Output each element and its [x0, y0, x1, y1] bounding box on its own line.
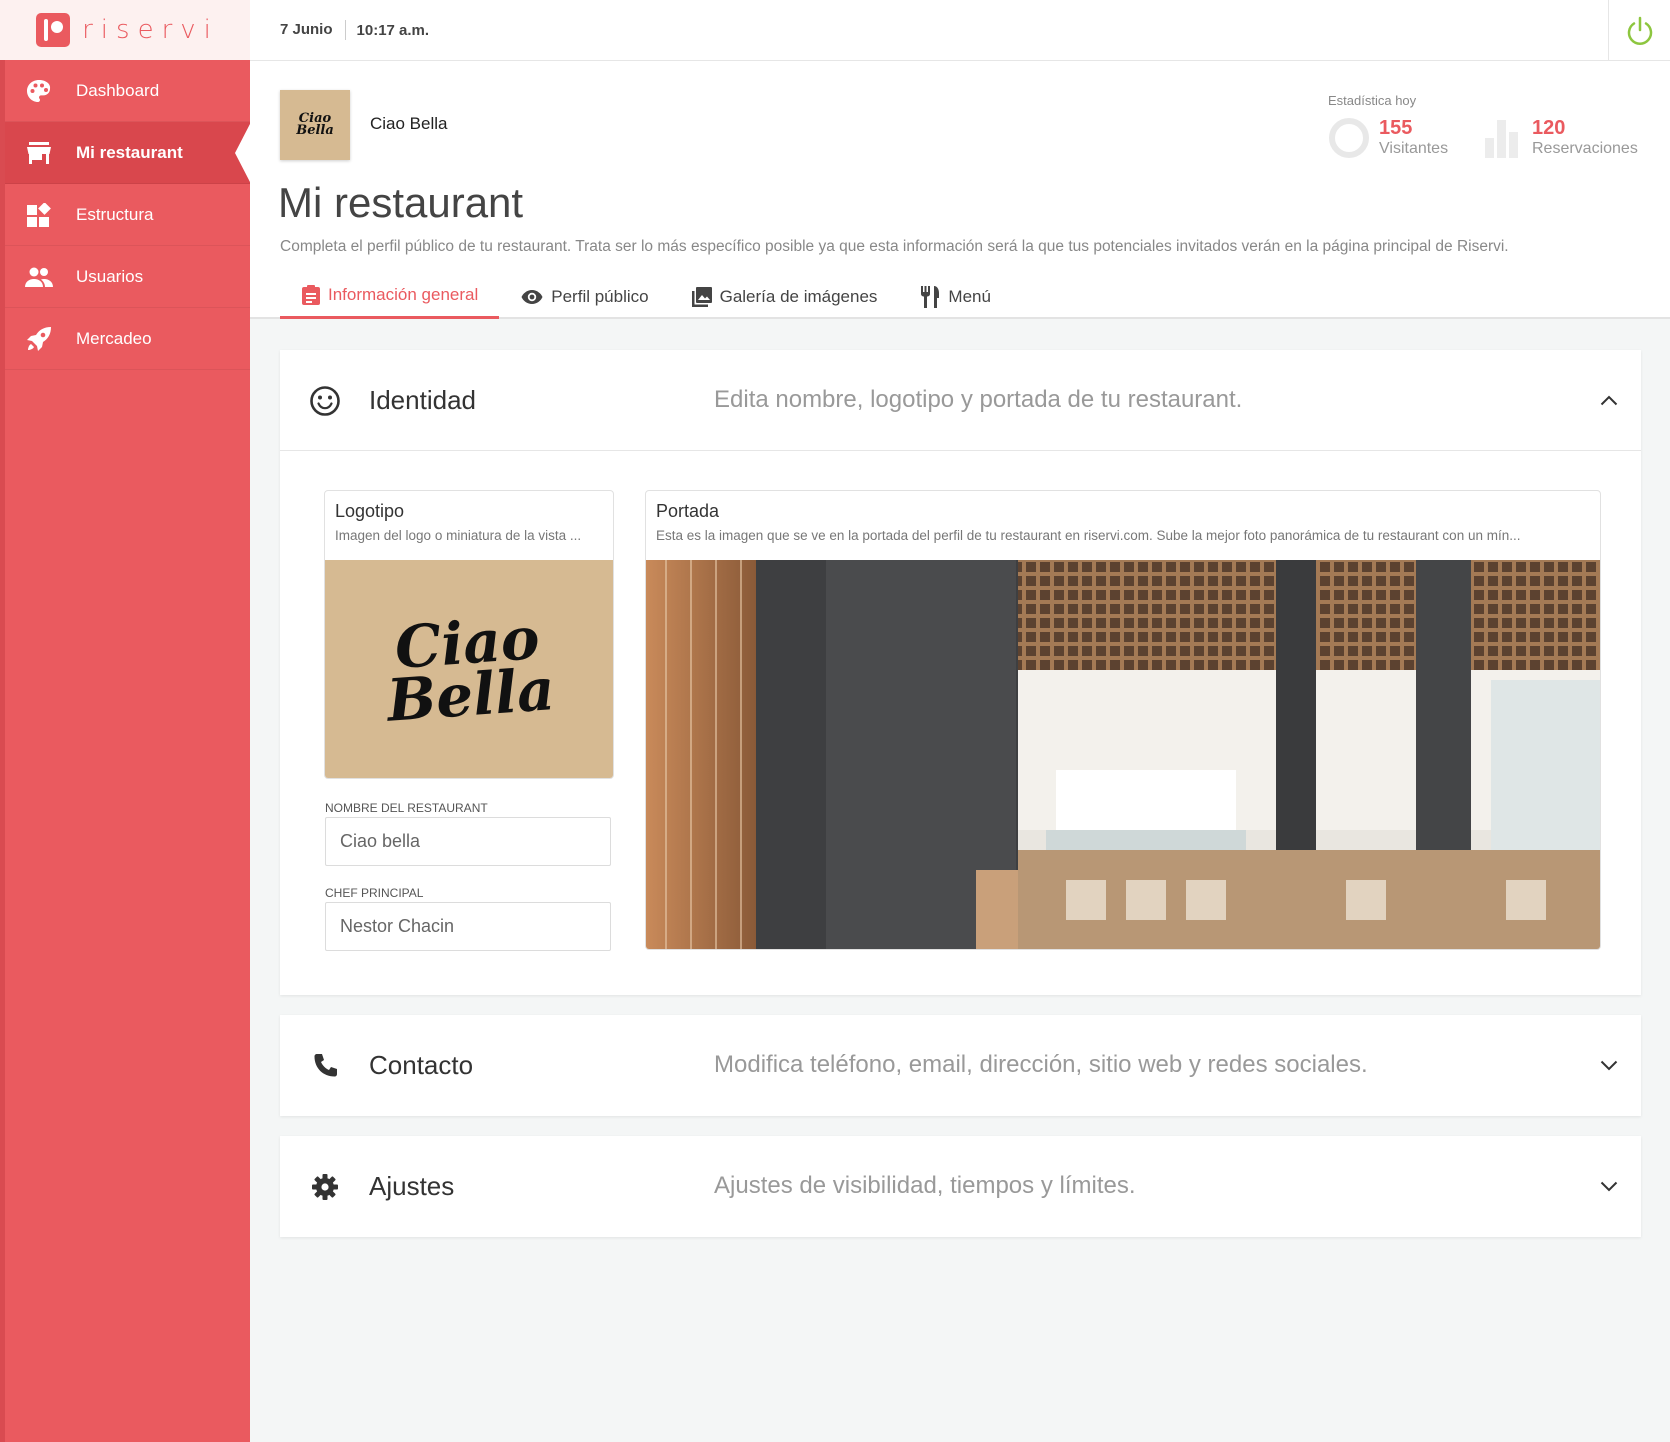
chef-label: CHEF PRINCIPAL: [325, 886, 424, 900]
power-icon: [1627, 16, 1652, 45]
panel-contacto-header[interactable]: Contacto Modifica teléfono, email, direc…: [280, 1015, 1641, 1115]
panel-identidad-body: Logotipo Imagen del logo o miniatura de …: [280, 450, 1641, 995]
sidebar-item-usuarios[interactable]: Usuarios: [5, 246, 250, 308]
donut-chart-icon: [1329, 118, 1369, 158]
chevron-down-icon[interactable]: [1597, 1174, 1621, 1198]
tab-perfil-publico[interactable]: Perfil público: [499, 274, 669, 319]
sidebar-item-dashboard[interactable]: Dashboard: [5, 60, 250, 122]
panel-identidad-header[interactable]: Identidad Edita nombre, logotipo y porta…: [280, 350, 1641, 450]
logout-button[interactable]: [1608, 0, 1670, 61]
chevron-up-icon[interactable]: [1597, 388, 1621, 412]
restaurant-logo-thumbnail: Ciao Bella: [280, 90, 350, 160]
reservations-label: Reservaciones: [1532, 140, 1638, 157]
panel-description: Modifica teléfono, email, dirección, sit…: [714, 1051, 1368, 1078]
store-icon: [25, 141, 53, 165]
rocket-icon: [25, 326, 53, 351]
brand-logo[interactable]: riservi: [0, 0, 255, 60]
panel-title: Identidad: [369, 384, 476, 415]
panel-contacto: Contacto Modifica teléfono, email, direc…: [280, 1015, 1641, 1116]
sidebar-item-label: Estructura: [76, 204, 154, 224]
portada-card[interactable]: Portada Esta es la imagen que se ve en l…: [645, 490, 1601, 950]
sidebar-item-label: Mi restaurant: [76, 142, 183, 162]
tab-galeria-de-imagenes[interactable]: Galería de imágenes: [670, 274, 899, 319]
cover-image[interactable]: [646, 560, 1600, 949]
clipboard-icon: [302, 285, 320, 305]
sidebar-item-label: Usuarios: [76, 266, 144, 286]
stats-title: Estadística hoy: [1328, 93, 1417, 108]
page-description: Completa el perfil público de tu restaur…: [280, 238, 1509, 255]
restaurant-name: Ciao Bella: [370, 114, 448, 133]
sidebar-item-mi-restaurant[interactable]: Mi restaurant: [5, 122, 251, 184]
people-icon: [25, 265, 53, 289]
smiley-icon: [308, 384, 342, 418]
panel-ajustes: Ajustes Ajustes de visibilidad, tiempos …: [280, 1136, 1641, 1237]
visitors-count: 155: [1379, 117, 1413, 139]
tab-bar: Información general Perfil público Galer…: [280, 274, 1012, 319]
current-time: 10:17 a.m.: [356, 21, 430, 39]
sidebar-item-estructura[interactable]: Estructura: [5, 184, 250, 246]
top-bar: 7 Junio 10:17 a.m.: [250, 0, 1670, 61]
sidebar-item-label: Dashboard: [76, 80, 160, 100]
card-subtitle: Imagen del logo o miniatura de la vista …: [335, 528, 582, 543]
chevron-down-icon[interactable]: [1597, 1053, 1621, 1077]
nombre-label: NOMBRE DEL RESTAURANT: [325, 801, 488, 815]
tab-informacion-general[interactable]: Información general: [280, 274, 500, 319]
tab-menu[interactable]: Menú: [898, 274, 1012, 319]
chef-principal-field[interactable]: Nestor Chacin: [325, 902, 611, 951]
bar-chart-icon: [1485, 120, 1518, 158]
riservi-logo-icon: [36, 13, 71, 47]
card-subtitle: Esta es la imagen que se ve en la portad…: [656, 528, 1521, 543]
panel-identidad: Identidad Edita nombre, logotipo y porta…: [280, 350, 1641, 995]
eye-icon: [521, 289, 543, 305]
current-date: 7 Junio: [250, 20, 346, 40]
sidebar-item-mercadeo[interactable]: Mercadeo: [5, 308, 250, 370]
sidebar-item-label: Mercadeo: [76, 328, 152, 348]
brand-name: riservi: [82, 15, 219, 45]
page-title: Mi restaurant: [278, 179, 524, 226]
panel-description: Edita nombre, logotipo y portada de tu r…: [714, 386, 1243, 413]
phone-icon: [308, 1049, 342, 1083]
main-nav: Dashboard Mi restaurant Estructura Usuar…: [5, 60, 251, 370]
palette-icon: [25, 79, 53, 103]
page-header: Ciao Bella Ciao Bella Mi restaurant Comp…: [250, 61, 1670, 319]
visitors-label: Visitantes: [1379, 140, 1449, 157]
stat-reservations: 120 Reservaciones: [1485, 117, 1638, 159]
restaurant-name-field[interactable]: Ciao bella: [325, 817, 611, 866]
card-title: Logotipo: [335, 501, 405, 521]
sidebar: riservi Dashboard Mi restaurant Estructu…: [0, 0, 255, 1442]
widgets-icon: [25, 202, 53, 227]
panel-title: Contacto: [369, 1049, 474, 1080]
logo-image[interactable]: Ciao Bella: [325, 560, 613, 778]
panel-description: Ajustes de visibilidad, tiempos y límite…: [714, 1172, 1136, 1199]
gallery-icon: [691, 286, 712, 307]
gear-icon: [308, 1170, 342, 1204]
panel-title: Ajustes: [369, 1170, 455, 1201]
logotipo-card[interactable]: Logotipo Imagen del logo o miniatura de …: [324, 490, 614, 779]
stat-visitors: 155 Visitantes: [1328, 117, 1448, 159]
card-title: Portada: [656, 501, 720, 521]
utensils-icon: [920, 285, 940, 308]
panel-ajustes-header[interactable]: Ajustes Ajustes de visibilidad, tiempos …: [280, 1136, 1641, 1236]
reservations-count: 120: [1532, 117, 1566, 139]
